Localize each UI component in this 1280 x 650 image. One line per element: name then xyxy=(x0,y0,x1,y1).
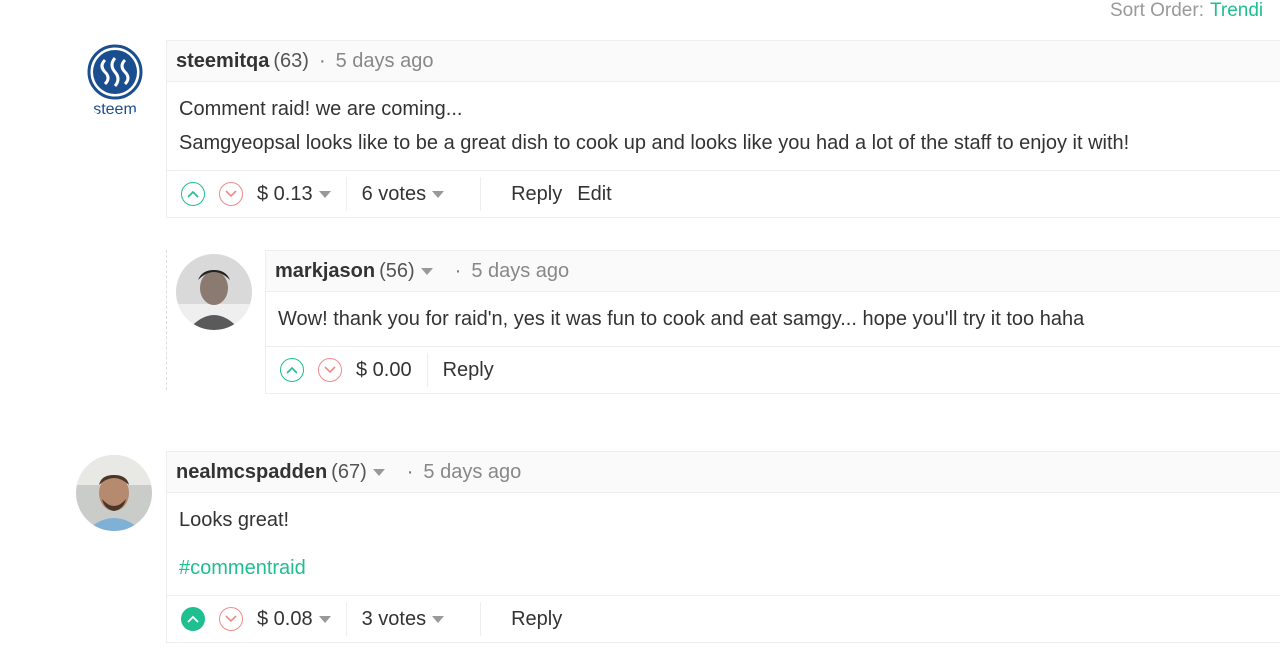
votes-dropdown[interactable]: 3 votes xyxy=(361,607,445,631)
user-photo-icon xyxy=(76,455,152,531)
caret-down-icon[interactable] xyxy=(372,468,385,476)
votes-count: 6 votes xyxy=(361,182,427,205)
user-photo-icon xyxy=(176,254,252,330)
caret-down-icon xyxy=(432,190,445,198)
author-name[interactable]: steemitqa xyxy=(176,50,269,73)
chevron-down-icon xyxy=(324,366,336,374)
divider xyxy=(480,602,482,636)
payout-value[interactable]: $ 0.00 xyxy=(356,359,412,382)
reply-button[interactable]: Reply xyxy=(443,359,494,382)
comment-card: markjason (56) · 5 days ago Wow! thank y… xyxy=(265,250,1280,394)
separator-dot: · xyxy=(318,49,326,72)
chevron-up-icon xyxy=(187,190,199,198)
downvote-button[interactable] xyxy=(219,607,243,631)
comment-body: Wow! thank you for raid'n, yes it was fu… xyxy=(266,292,1280,346)
comment-text-line: Samgyeopsal looks like to be a great dis… xyxy=(179,132,1130,154)
separator-dot: · xyxy=(406,460,414,483)
comment-body: Comment raid! we are coming... Samgyeops… xyxy=(167,82,1280,170)
chevron-down-icon xyxy=(225,190,237,198)
comment-body: Looks great! #commentraid xyxy=(167,493,1280,595)
caret-down-icon[interactable] xyxy=(420,267,433,275)
comment-card: steemitqa (63) · 5 days ago Comment raid… xyxy=(166,40,1280,218)
author-reputation: (63) xyxy=(273,49,309,72)
steem-logo-text: steem xyxy=(93,101,137,118)
author-reputation: (56) xyxy=(379,259,415,282)
comment-timestamp[interactable]: 5 days ago xyxy=(471,260,569,283)
avatar-markjason[interactable] xyxy=(176,254,252,330)
votes-dropdown[interactable]: 6 votes xyxy=(361,182,445,206)
payout-value: $ 0.13 xyxy=(257,182,313,205)
chevron-up-icon xyxy=(286,366,298,374)
author-reputation: (67) xyxy=(331,460,367,483)
avatar-nealmcspadden[interactable] xyxy=(76,455,152,531)
comment-footer: $ 0.13 6 votes Reply Edit xyxy=(167,170,1280,217)
caret-down-icon xyxy=(318,190,331,198)
upvote-button[interactable] xyxy=(280,358,304,382)
comment-text-line: Comment raid! we are coming... xyxy=(179,98,463,120)
comment-text-line: Wow! thank you for raid'n, yes it was fu… xyxy=(278,308,1085,330)
caret-down-icon xyxy=(432,615,445,623)
divider xyxy=(345,177,347,211)
caret-down-icon xyxy=(318,615,331,623)
downvote-button[interactable] xyxy=(318,358,342,382)
payout-dropdown[interactable]: $ 0.08 xyxy=(257,608,331,631)
separator-dot: · xyxy=(454,259,462,282)
comment-card: nealmcspadden (67) · 5 days ago Looks gr… xyxy=(166,451,1280,643)
divider xyxy=(480,177,482,211)
payout-dropdown[interactable]: $ 0.13 xyxy=(257,183,331,206)
author-name[interactable]: markjason xyxy=(275,260,375,283)
reply-button[interactable]: Reply xyxy=(511,183,562,206)
sort-order-label: Sort Order: xyxy=(1110,0,1204,21)
comment-footer: $ 0.00 Reply xyxy=(266,346,1280,393)
hashtag-link[interactable]: #commentraid xyxy=(179,551,1269,585)
comment-header: nealmcspadden (67) · 5 days ago xyxy=(167,452,1280,493)
chevron-down-icon xyxy=(225,615,237,623)
edit-button[interactable]: Edit xyxy=(577,183,611,206)
downvote-button[interactable] xyxy=(219,182,243,206)
sort-order-dropdown[interactable]: Trendi xyxy=(1210,0,1263,21)
payout-value: $ 0.08 xyxy=(257,607,313,630)
comment-timestamp[interactable]: 5 days ago xyxy=(423,461,521,484)
comment-timestamp[interactable]: 5 days ago xyxy=(336,50,434,73)
steem-logo-icon: steem xyxy=(87,44,143,118)
upvote-button[interactable] xyxy=(181,607,205,631)
sort-order: Sort Order: Trendi xyxy=(1110,0,1263,22)
votes-count: 3 votes xyxy=(361,607,427,630)
divider xyxy=(426,353,428,387)
author-name[interactable]: nealmcspadden xyxy=(176,461,327,484)
comment-header: steemitqa (63) · 5 days ago xyxy=(167,41,1280,82)
reply-button[interactable]: Reply xyxy=(511,608,562,631)
divider xyxy=(345,602,347,636)
avatar-steemitqa[interactable]: steem xyxy=(77,42,153,118)
comment-footer: $ 0.08 3 votes Reply xyxy=(167,595,1280,642)
upvote-button[interactable] xyxy=(181,182,205,206)
thread-line xyxy=(166,250,167,390)
chevron-up-icon xyxy=(187,615,199,623)
comment-text-line: Looks great! xyxy=(179,509,290,531)
comment-header: markjason (56) · 5 days ago xyxy=(266,251,1280,292)
